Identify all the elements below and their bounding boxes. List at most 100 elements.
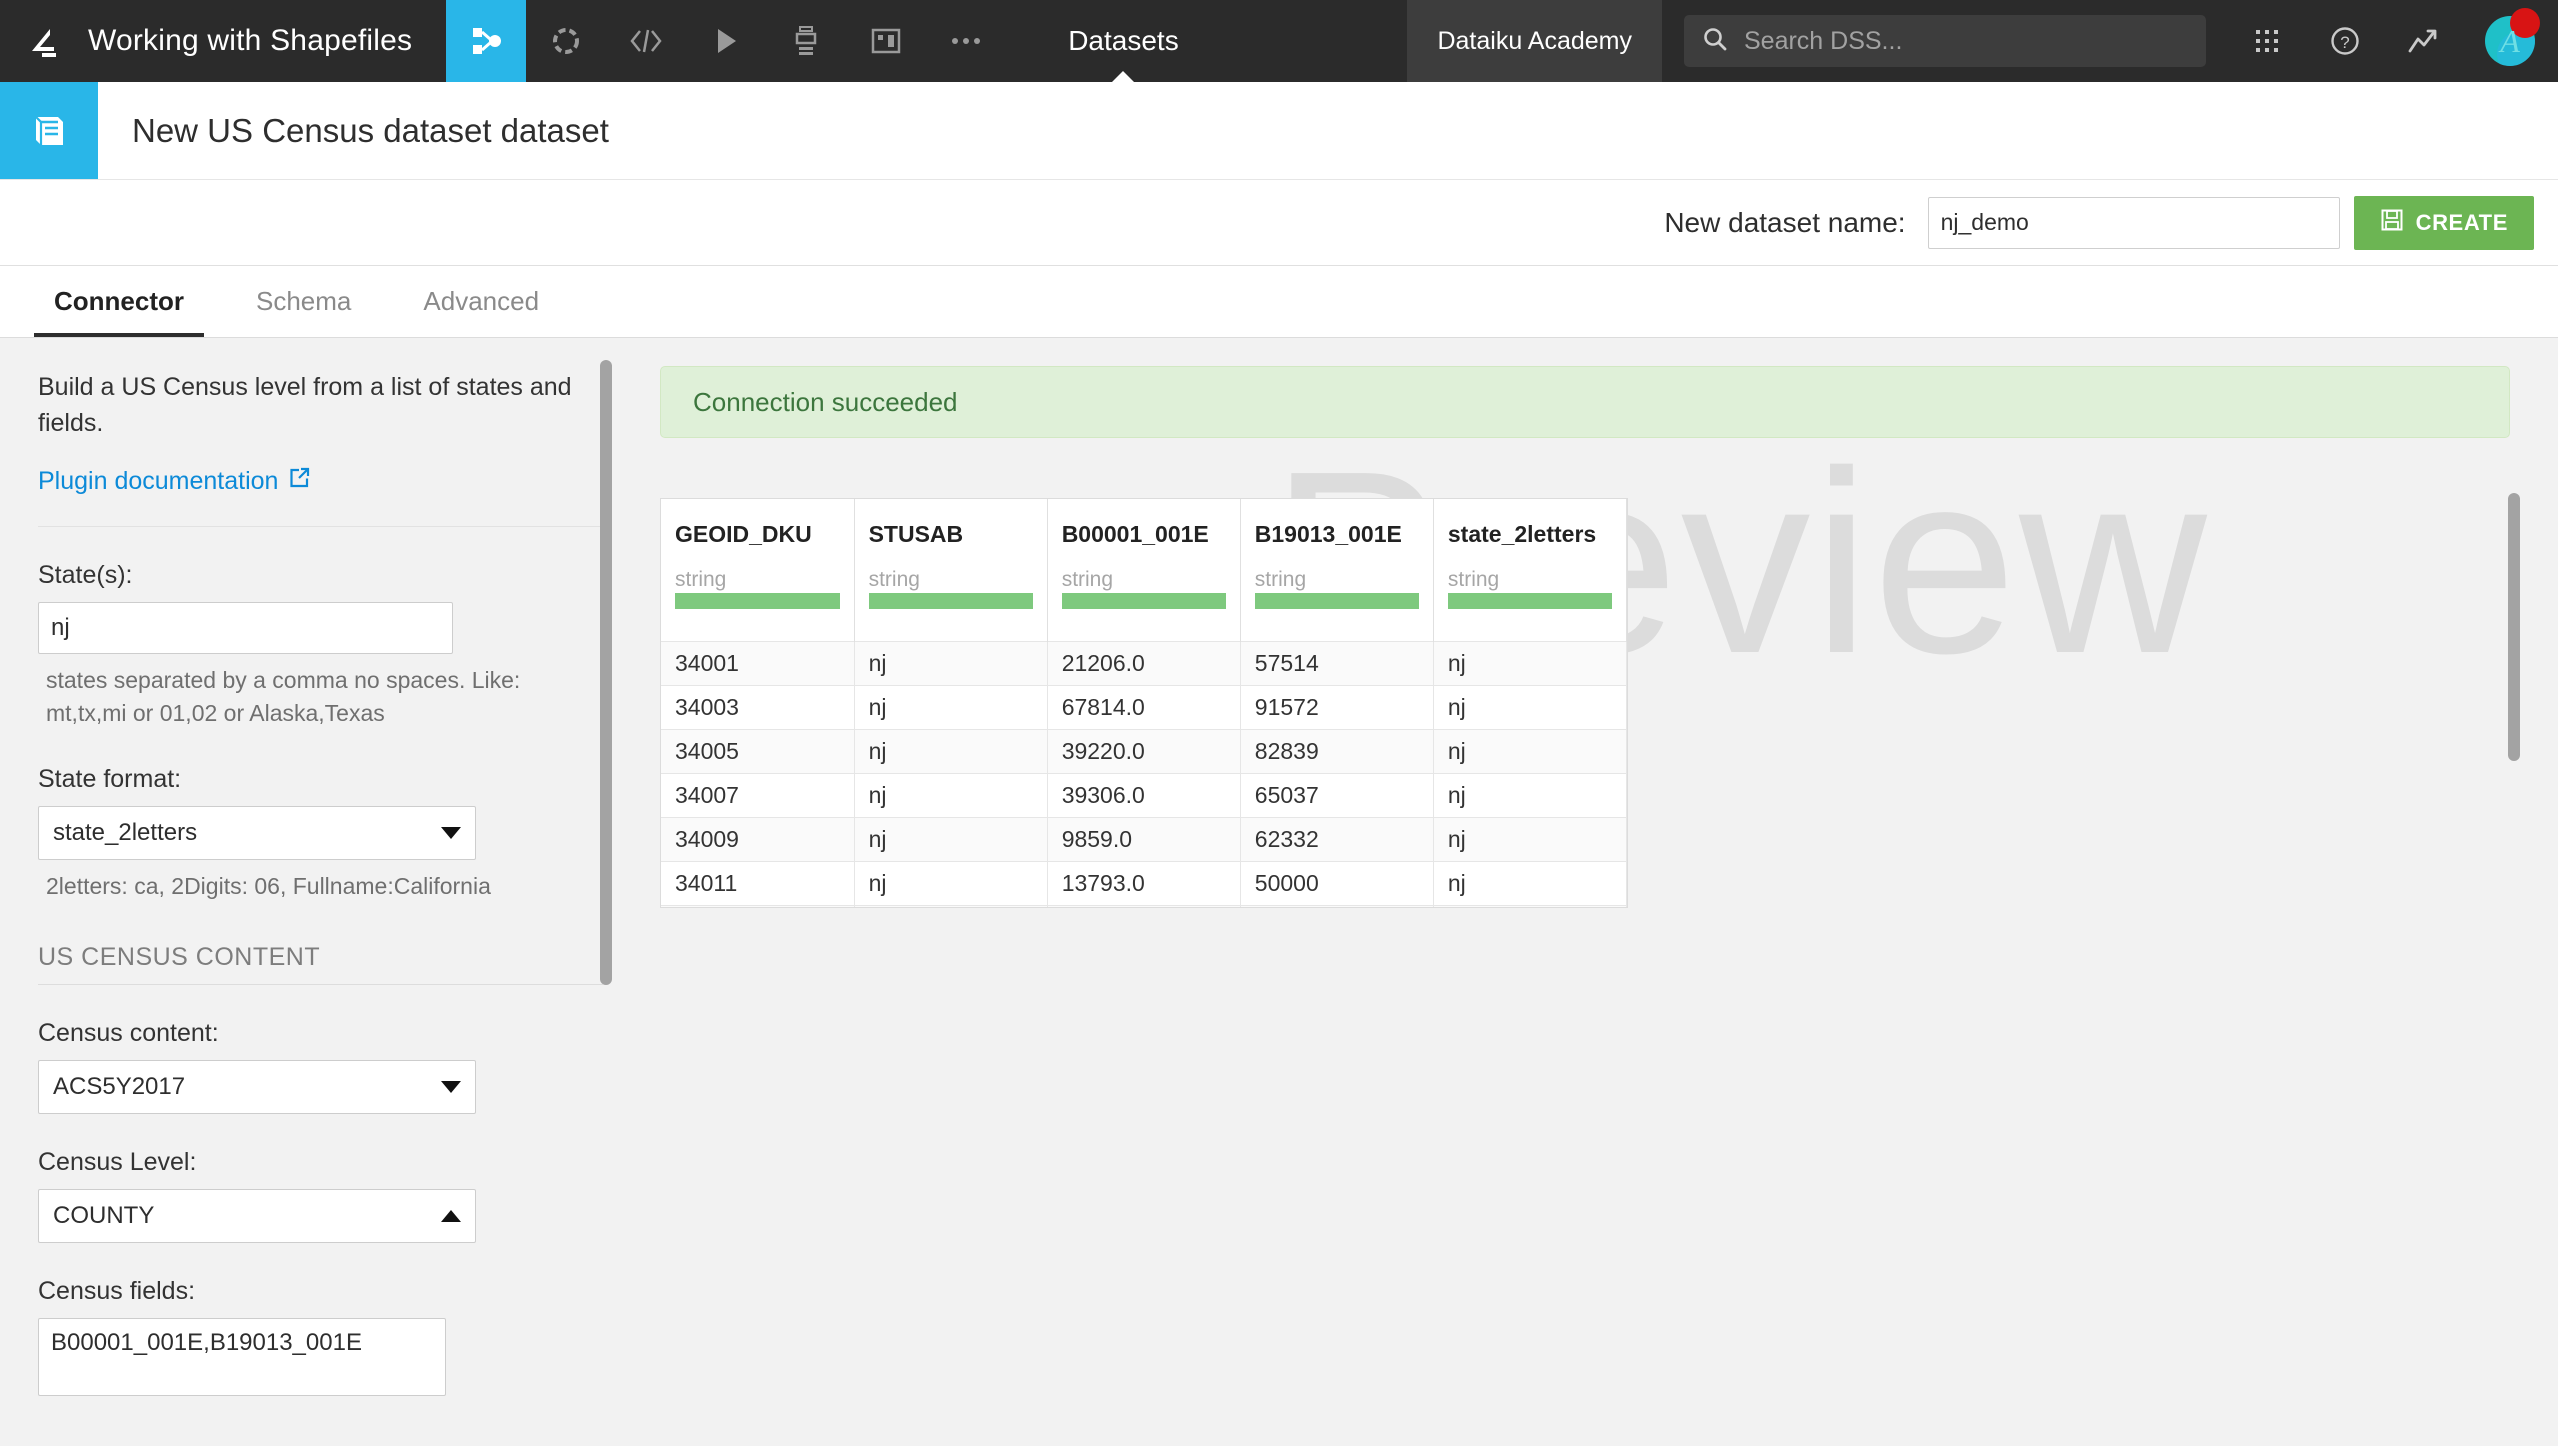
more-ellipsis-icon[interactable] (926, 0, 1006, 82)
column-name: B19013_001E (1254, 521, 1402, 547)
census-level-select[interactable]: COUNTY (38, 1189, 476, 1244)
help-question-icon[interactable]: ? (2306, 0, 2384, 82)
top-navigation-bar: Working with Shapefiles Datasets Dataiku… (0, 0, 2558, 82)
dashboard-icon[interactable] (846, 0, 926, 82)
cell (1433, 904, 1627, 907)
census-content-select[interactable]: ACS5Y2017 (38, 1060, 476, 1115)
sidebar-scrollbar[interactable] (600, 360, 612, 985)
preview-table-body: 34001 nj 21206.0 57514 nj 34003 nj 67814… (661, 640, 1627, 907)
column-quality-meter (675, 592, 840, 609)
cell (661, 904, 855, 907)
dataiku-bird-logo-icon[interactable] (0, 0, 88, 82)
save-floppy-icon (2380, 208, 2404, 238)
cell: 39306.0 (1047, 772, 1241, 817)
cell: nj (854, 640, 1048, 685)
state-format-help-text: 2letters: ca, 2Digits: 06, Fullname:Cali… (46, 872, 491, 899)
settings-tabs: Connector Schema Advanced (0, 266, 2558, 338)
cell: 34005 (661, 728, 855, 773)
user-avatar-container[interactable]: A (2462, 0, 2558, 82)
cell: 50000 (1240, 860, 1434, 905)
table-row[interactable]: 34003 nj 67814.0 91572 nj (661, 684, 1627, 729)
table-row[interactable]: 34011 nj 13793.0 50000 nj (661, 860, 1627, 905)
column-type: string (1061, 568, 1114, 591)
table-row[interactable]: 34005 nj 39220.0 82839 nj (661, 728, 1627, 773)
state-format-select[interactable]: state_2letters (38, 805, 476, 860)
nav-datasets-menu[interactable]: Datasets (1032, 0, 1215, 82)
cell: 62332 (1240, 816, 1434, 861)
search-box[interactable]: Search DSS... (1684, 15, 2206, 67)
column-quality-meter (1061, 592, 1226, 609)
create-button[interactable]: CREATE (2353, 195, 2534, 250)
flow-branch-icon[interactable] (446, 0, 527, 82)
cell: 57514 (1240, 640, 1434, 685)
tab-connector-label: Connector (54, 286, 184, 316)
new-dataset-name-label: New dataset name: (1664, 206, 1906, 238)
cell: 34011 (661, 860, 855, 905)
states-input[interactable] (38, 602, 453, 654)
column-header-geoid-dku[interactable]: GEOID_DKU string (661, 499, 855, 641)
preview-table: GEOID_DKU string STUSAB string B00001_00… (661, 499, 1627, 907)
code-icon[interactable] (606, 0, 686, 82)
chevron-down-icon (441, 1081, 461, 1094)
table-row[interactable]: 34007 nj 39306.0 65037 nj (661, 772, 1627, 817)
column-type: string (868, 568, 920, 591)
plugin-documentation-link[interactable]: Plugin documentation (38, 467, 310, 496)
cell: nj (1433, 640, 1627, 685)
tab-advanced[interactable]: Advanced (387, 266, 575, 337)
dataset-name-input[interactable] (1927, 196, 2340, 249)
cell: 34003 (661, 684, 855, 729)
column-header-b00001-001e[interactable]: B00001_001E string (1047, 499, 1241, 641)
caret-up-icon (1112, 71, 1135, 82)
column-quality-meter (1254, 592, 1419, 609)
cell: 65037 (1240, 772, 1434, 817)
dataiku-academy-button[interactable]: Dataiku Academy (1407, 0, 1662, 82)
dataset-book-icon (0, 82, 98, 179)
preview-scrollbar[interactable] (2508, 493, 2520, 761)
cell: nj (1433, 772, 1627, 817)
svg-text:?: ? (2340, 33, 2349, 52)
search-icon (1702, 26, 1728, 57)
search-container: Search DSS... (1662, 0, 2228, 82)
page-title: New US Census dataset dataset (132, 111, 609, 149)
table-row[interactable]: 34009 nj 9859.0 62332 nj (661, 816, 1627, 861)
section-divider (38, 984, 603, 986)
cell: 34009 (661, 816, 855, 861)
lab-circle-icon[interactable] (526, 0, 606, 82)
project-name[interactable]: Working with Shapefiles (88, 0, 446, 82)
cell: 39220.0 (1047, 728, 1241, 773)
column-quality-meter (1447, 592, 1612, 609)
census-content-value: ACS5Y2017 (53, 1073, 186, 1101)
column-header-state-2letters[interactable]: state_2letters string (1433, 499, 1627, 641)
external-link-icon (288, 467, 310, 496)
academy-label: Dataiku Academy (1437, 26, 1632, 55)
sidebar-divider (38, 526, 603, 527)
trend-arrow-icon[interactable] (2384, 0, 2462, 82)
cell: nj (854, 728, 1048, 773)
preview-panel: Connection succeeded Preview GEOID_DKU s… (620, 338, 2558, 1446)
column-header-b19013-001e[interactable]: B19013_001E string (1240, 499, 1434, 641)
chevron-down-icon (441, 826, 461, 839)
cell: 67814.0 (1047, 684, 1241, 729)
cell: nj (854, 816, 1048, 861)
jobs-stack-icon[interactable] (766, 0, 846, 82)
column-type: string (1447, 568, 1500, 591)
cell: 21206.0 (1047, 640, 1241, 685)
column-quality-meter (868, 592, 1033, 609)
connector-settings-sidebar: Build a US Census level from a list of s… (0, 338, 620, 1446)
column-header-stusab[interactable]: STUSAB string (854, 499, 1048, 641)
column-name: state_2letters (1447, 521, 1597, 547)
cell: nj (854, 684, 1048, 729)
census-fields-textarea[interactable]: B00001_001E,B19013_001E (38, 1318, 446, 1397)
connection-status-text: Connection succeeded (693, 386, 958, 417)
table-row[interactable]: 34001 nj 21206.0 57514 nj (661, 640, 1627, 685)
grid-apps-icon[interactable] (2228, 0, 2306, 82)
tab-connector[interactable]: Connector (18, 266, 220, 337)
preview-header-row: GEOID_DKU string STUSAB string B00001_00… (661, 499, 1627, 641)
cell: 9859.0 (1047, 816, 1241, 861)
cell: 82839 (1240, 728, 1434, 773)
cell: nj (1433, 816, 1627, 861)
cell: 34001 (661, 640, 855, 685)
tab-schema[interactable]: Schema (220, 266, 387, 337)
dataset-name-row: New dataset name: CREATE (0, 180, 2558, 266)
play-icon[interactable] (686, 0, 766, 82)
